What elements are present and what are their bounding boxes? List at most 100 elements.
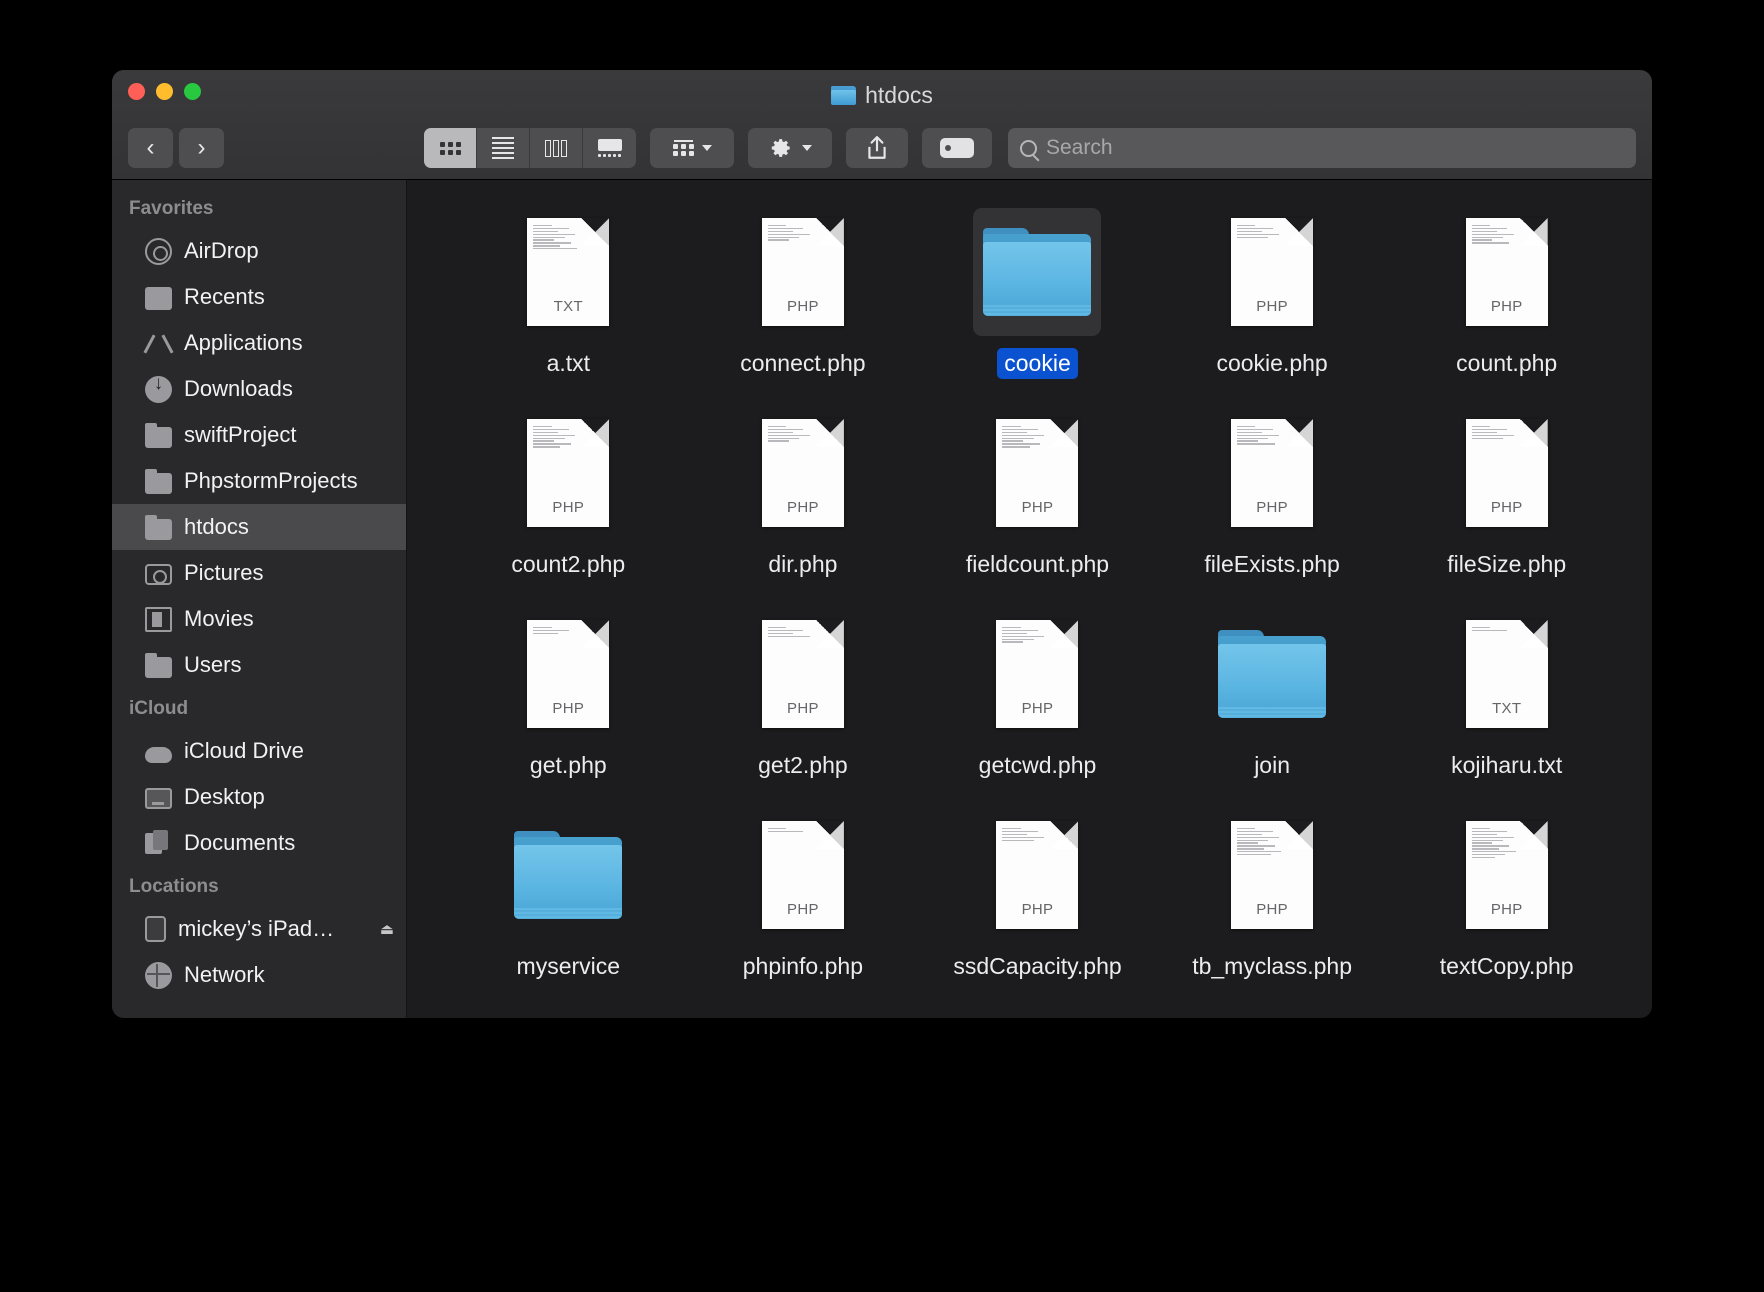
file-browser-content[interactable]: TXTa.txt PHP connect.php cookie PHP cookie.ph… xyxy=(407,180,1652,1018)
column-view-button[interactable] xyxy=(530,128,583,168)
document-icon: PHP xyxy=(1231,419,1313,527)
group-icon xyxy=(673,140,694,156)
file-name-label[interactable]: connect.php xyxy=(733,348,872,379)
folder-icon xyxy=(514,831,622,919)
folder-icon xyxy=(1218,630,1326,718)
file-icon-container: PHP xyxy=(739,409,867,537)
pictures-icon xyxy=(145,564,172,585)
file-name-label[interactable]: cookie xyxy=(997,348,1077,379)
file-name-label[interactable]: tb_myclass.php xyxy=(1185,951,1359,982)
sidebar-item-htdocs[interactable]: htdocs xyxy=(112,504,406,550)
action-menu-button[interactable] xyxy=(748,128,832,168)
file-name-label[interactable]: fileExists.php xyxy=(1197,549,1347,580)
file-item[interactable]: PHP ssdCapacity.php xyxy=(920,805,1155,982)
sidebar-item-swiftproject[interactable]: swiftProject xyxy=(112,412,406,458)
sidebar-item-label: Recents xyxy=(184,284,394,310)
sidebar-item-movies[interactable]: Movies xyxy=(112,596,406,642)
chevron-left-icon: ‹ xyxy=(147,136,155,160)
folder-item[interactable]: cookie xyxy=(920,202,1155,379)
file-item[interactable]: PHP textCopy.php xyxy=(1389,805,1624,982)
file-name-label[interactable]: ssdCapacity.php xyxy=(946,951,1128,982)
sidebar-item-desktop[interactable]: Desktop xyxy=(112,774,406,820)
search-field[interactable]: Search xyxy=(1008,128,1636,168)
list-view-button[interactable] xyxy=(477,128,530,168)
document-icon: PHP xyxy=(527,620,609,728)
document-text-lines xyxy=(533,627,579,634)
file-name-label[interactable]: dir.php xyxy=(761,549,844,580)
document-icon: PHP xyxy=(762,218,844,326)
file-name-label[interactable]: get.php xyxy=(523,750,614,781)
sidebar-item-label: htdocs xyxy=(184,514,394,540)
document-icon: PHP xyxy=(762,821,844,929)
file-name-label[interactable]: fieldcount.php xyxy=(959,549,1116,580)
file-item[interactable]: PHP get.php xyxy=(451,604,686,781)
file-name-label[interactable]: fileSize.php xyxy=(1440,549,1573,580)
file-name-label[interactable]: get2.php xyxy=(751,750,855,781)
file-name-label[interactable]: cookie.php xyxy=(1209,348,1334,379)
folder-item[interactable]: myservice xyxy=(451,805,686,982)
file-name-label[interactable]: a.txt xyxy=(540,348,597,379)
tag-icon xyxy=(940,138,974,158)
gallery-view-button[interactable] xyxy=(583,128,636,168)
sidebar-item-applications[interactable]: Applications xyxy=(112,320,406,366)
file-item[interactable]: TXTa.txt xyxy=(451,202,686,379)
file-item[interactable]: TXTkojiharu.txt xyxy=(1389,604,1624,781)
search-placeholder: Search xyxy=(1046,136,1113,160)
file-item[interactable]: PHP cookie.php xyxy=(1155,202,1390,379)
group-by-button[interactable] xyxy=(650,128,734,168)
folder-item[interactable]: join xyxy=(1155,604,1390,781)
sidebar-item-downloads[interactable]: Downloads xyxy=(112,366,406,412)
sidebar-item-phpstormprojects[interactable]: PhpstormProjects xyxy=(112,458,406,504)
sidebar-item-airdrop[interactable]: AirDrop xyxy=(112,228,406,274)
file-item[interactable]: PHPcount2.php xyxy=(451,403,686,580)
tags-button[interactable] xyxy=(922,128,992,168)
file-icon-container: PHP xyxy=(1208,208,1336,336)
sidebar-item-network[interactable]: Network xyxy=(112,952,406,998)
sidebar-item-recents[interactable]: Recents xyxy=(112,274,406,320)
document-text-lines xyxy=(1472,627,1518,631)
share-button[interactable] xyxy=(846,128,908,168)
file-item[interactable]: PHP connect.php xyxy=(686,202,921,379)
file-item[interactable]: PHP fileExists.php xyxy=(1155,403,1390,580)
file-item[interactable]: PHPtb_myclass.php xyxy=(1155,805,1390,982)
file-kind-label: PHP xyxy=(1466,298,1548,315)
file-item[interactable]: PHPfileSize.php xyxy=(1389,403,1624,580)
file-icon-container xyxy=(504,811,632,939)
file-name-label[interactable]: join xyxy=(1247,750,1297,781)
sidebar-item-documents[interactable]: Documents xyxy=(112,820,406,866)
file-icon-container: PHP xyxy=(1208,409,1336,537)
sidebar-item-label: iCloud Drive xyxy=(184,738,394,764)
icon-view-button[interactable] xyxy=(424,128,477,168)
file-item[interactable]: PHP dir.php xyxy=(686,403,921,580)
movies-icon xyxy=(145,607,172,632)
file-name-label[interactable]: phpinfo.php xyxy=(736,951,870,982)
desktop-background: htdocs ‹ › xyxy=(0,0,1764,1292)
file-name-label[interactable]: count2.php xyxy=(504,549,632,580)
sidebar-item-mickey-s-ipad[interactable]: mickey’s iPad…⏏ xyxy=(112,906,406,952)
sidebar-item-label: Downloads xyxy=(184,376,394,402)
forward-button[interactable]: › xyxy=(179,128,224,168)
file-item[interactable]: PHPfieldcount.php xyxy=(920,403,1155,580)
sidebar-item-users[interactable]: Users xyxy=(112,642,406,688)
file-item[interactable]: PHP count.php xyxy=(1389,202,1624,379)
file-item[interactable]: PHPget2.php xyxy=(686,604,921,781)
eject-icon[interactable]: ⏏ xyxy=(380,920,394,938)
document-text-lines xyxy=(1472,225,1518,244)
sidebar-item-label: Desktop xyxy=(184,784,394,810)
file-item[interactable]: PHPgetcwd.php xyxy=(920,604,1155,781)
file-name-label[interactable]: count.php xyxy=(1449,348,1564,379)
file-kind-label: PHP xyxy=(996,901,1078,918)
back-button[interactable]: ‹ xyxy=(128,128,173,168)
airdrop-icon xyxy=(145,238,172,265)
sidebar-item-icloud-drive[interactable]: iCloud Drive xyxy=(112,728,406,774)
sidebar-item-pictures[interactable]: Pictures xyxy=(112,550,406,596)
file-item[interactable]: PHP phpinfo.php xyxy=(686,805,921,982)
file-name-label[interactable]: myservice xyxy=(510,951,628,982)
network-icon xyxy=(145,962,172,989)
sidebar-section-header: iCloud xyxy=(112,698,406,728)
file-name-label[interactable]: kojiharu.txt xyxy=(1444,750,1569,781)
ipad-icon xyxy=(145,916,166,942)
file-name-label[interactable]: getcwd.php xyxy=(972,750,1104,781)
file-name-label[interactable]: textCopy.php xyxy=(1433,951,1581,982)
document-icon: PHP xyxy=(1466,821,1548,929)
